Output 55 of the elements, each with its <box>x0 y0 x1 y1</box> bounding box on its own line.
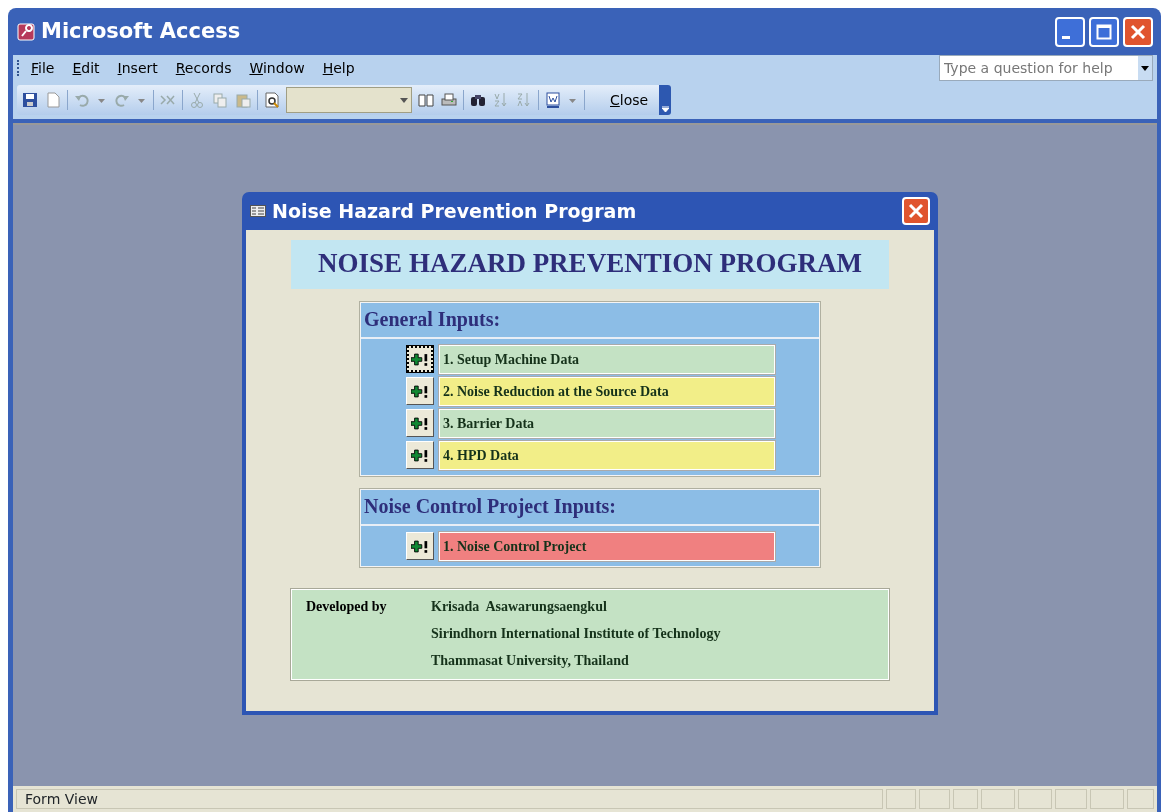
status-panel <box>919 789 950 809</box>
maximize-icon <box>1096 23 1112 40</box>
dropdown-arrow-icon[interactable] <box>1141 65 1149 71</box>
form-icon <box>250 205 266 217</box>
plus-exclamation-icon <box>411 416 429 430</box>
print-icon[interactable] <box>440 91 458 109</box>
close-button[interactable] <box>1123 16 1153 47</box>
plus-exclamation-icon <box>411 448 429 462</box>
form-heading: NOISE HAZARD PREVENTION PROGRAM <box>291 240 889 289</box>
plus-exclamation-icon <box>411 539 429 553</box>
open-form-button[interactable] <box>406 345 434 373</box>
book-icon[interactable] <box>417 91 435 109</box>
plus-exclamation-icon <box>411 352 429 366</box>
menu-item[interactable]: Edit <box>63 57 109 79</box>
save-icon[interactable] <box>21 91 39 109</box>
menu-item[interactable]: Window <box>240 57 314 79</box>
close-button[interactable]: Close <box>590 89 655 111</box>
item-label: 4. HPD Data <box>439 440 775 470</box>
help-search-field[interactable]: Type a question for help <box>939 55 1153 81</box>
item-label: 2. Noise Reduction at the Source Data <box>439 376 775 406</box>
credits-line: Thammasat University, Thailand <box>431 651 630 670</box>
form-title: Noise Hazard Prevention Program <box>272 198 637 224</box>
menu-item[interactable]: Insert <box>108 57 167 79</box>
section-title: Noise Control Project Inputs: <box>361 489 819 526</box>
minimize-button[interactable] <box>1055 16 1085 47</box>
minimize-icon <box>1062 36 1070 39</box>
status-panel <box>1090 789 1124 809</box>
preview-icon[interactable] <box>263 91 281 109</box>
status-panel <box>885 789 917 809</box>
status-text: Form View <box>16 789 883 809</box>
toolbar-options-icon[interactable] <box>659 85 672 115</box>
status-panel <box>952 789 979 809</box>
credits-line: Sirindhorn International Institute of Technology <box>431 624 722 643</box>
status-panel <box>1054 789 1087 809</box>
close-icon <box>908 203 924 219</box>
status-panel <box>981 789 1015 809</box>
item-label: 1. Noise Control Project <box>439 531 775 561</box>
form-close-button[interactable] <box>902 197 930 225</box>
close-icon <box>1130 23 1146 40</box>
office-links-icon[interactable] <box>544 91 562 109</box>
menu-item[interactable]: Help <box>313 57 364 79</box>
app-icon <box>17 22 35 41</box>
credits-line: Krisada Asawarungsaengkul <box>431 597 608 616</box>
maximize-button[interactable] <box>1089 16 1119 47</box>
credits-label: Developed by <box>306 597 388 616</box>
plus-exclamation-icon <box>411 384 429 398</box>
status-panel <box>1126 789 1154 809</box>
menu-item[interactable]: Records <box>166 57 241 79</box>
caret-icon <box>661 106 669 112</box>
menu-item[interactable]: File <box>22 57 64 79</box>
item-label: 3. Barrier Data <box>439 408 775 438</box>
section-title: General Inputs: <box>361 302 819 339</box>
status-panel <box>1017 789 1052 809</box>
item-label: 1. Setup Machine Data <box>439 344 775 374</box>
window-title: Microsoft Access <box>41 17 241 45</box>
